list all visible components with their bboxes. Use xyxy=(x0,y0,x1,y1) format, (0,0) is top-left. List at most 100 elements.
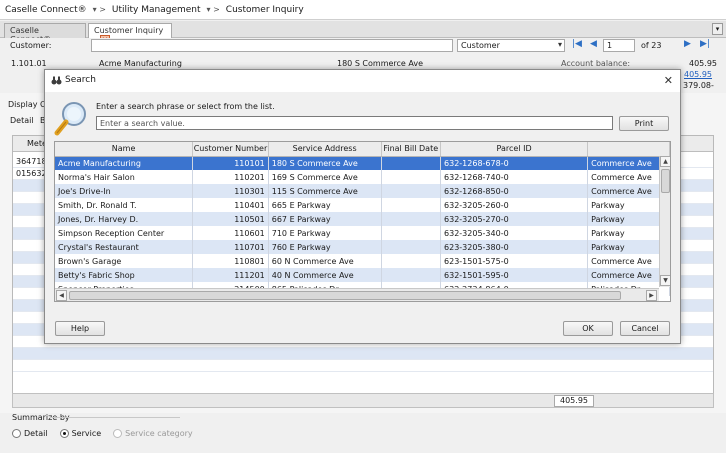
chevron-down-icon: ▾ xyxy=(557,40,562,49)
tab-list-dropdown-icon[interactable]: ▾ xyxy=(712,23,723,35)
customer-number-cell: 110601 xyxy=(192,226,269,240)
record-number-input[interactable]: 1 xyxy=(603,39,635,52)
street-cell: Commerce Ave xyxy=(587,156,670,170)
close-icon[interactable]: ✕ xyxy=(664,74,673,87)
print-button[interactable]: Print xyxy=(619,116,669,131)
vertical-scrollbar[interactable]: ▲ ▼ xyxy=(659,156,670,287)
tab-display[interactable]: Display xyxy=(8,100,38,109)
table-row[interactable]: Crystal's Restaurant 110701 760 E Parkway 6… xyxy=(55,240,670,254)
cancel-button[interactable]: Cancel xyxy=(620,321,670,336)
summarize-group: Summarize by Detail Service Service cate… xyxy=(12,413,193,438)
scroll-right-icon[interactable]: ▶ xyxy=(646,290,657,301)
scroll-down-icon[interactable]: ▼ xyxy=(660,275,670,286)
last-record-icon[interactable]: ▶| xyxy=(700,39,710,49)
account-balance: 405.95 xyxy=(689,59,717,68)
radio-icon xyxy=(113,429,123,438)
table-row[interactable]: Brown's Garage 110801 60 N Commerce Ave 623… xyxy=(55,254,670,268)
binoculars-icon xyxy=(51,76,62,85)
chevron-down-icon[interactable]: ▾ > xyxy=(207,5,220,14)
column-header-customer-number[interactable]: Customer Number xyxy=(192,142,269,157)
account-number: 1.101.01 xyxy=(11,59,47,68)
service-address-cell: 169 S Commerce Ave xyxy=(268,170,382,184)
table-row[interactable]: Jones, Dr. Harvey D. 110501 667 E Parkway 6… xyxy=(55,212,670,226)
parcel-id-cell: 632-1268-740-0 xyxy=(440,170,589,184)
parcel-id-cell: 623-3205-380-0 xyxy=(440,240,589,254)
search-input[interactable]: Enter a search value. xyxy=(96,116,613,130)
balance-link[interactable]: 405.95 xyxy=(684,70,712,79)
tab-detail[interactable]: Detail xyxy=(10,116,34,125)
final-bill-date-cell xyxy=(381,226,442,240)
next-record-icon[interactable]: ▶ xyxy=(684,39,691,49)
radio-label: Detail xyxy=(24,429,48,438)
service-address-cell: 180 S Commerce Ave xyxy=(268,156,382,170)
scroll-thumb[interactable] xyxy=(69,291,621,300)
customer-number-cell: 110301 xyxy=(192,184,269,198)
customer-number-cell: 110501 xyxy=(192,212,269,226)
customer-label: Customer: xyxy=(10,41,52,50)
table-row[interactable]: Joe's Drive-In 110301 115 S Commerce Ave 63… xyxy=(55,184,670,198)
column-header-service-address[interactable]: Service Address xyxy=(268,142,382,157)
name-cell: Joe's Drive-In xyxy=(55,184,194,198)
summarize-service-radio[interactable]: Service xyxy=(59,429,101,438)
final-bill-date-cell xyxy=(381,170,442,184)
name-cell: Crystal's Restaurant xyxy=(55,240,194,254)
table-row[interactable]: Simpson Reception Center 110601 710 E Park… xyxy=(55,226,670,240)
first-record-icon[interactable]: |◀ xyxy=(572,39,582,49)
help-button[interactable]: Help xyxy=(55,321,105,336)
tab-caselle-connect[interactable]: Caselle Connect® xyxy=(4,23,86,44)
name-cell: Acme Manufacturing xyxy=(55,156,194,170)
final-bill-date-cell xyxy=(381,240,442,254)
horizontal-scrollbar[interactable]: ◀ ▶ xyxy=(55,288,659,301)
nav-home-link[interactable]: Caselle Connect® xyxy=(5,5,87,15)
table-row[interactable]: Acme Manufacturing 110101 180 S Commerce A… xyxy=(55,156,670,170)
final-bill-date-cell xyxy=(381,268,442,282)
street-cell: Commerce Ave xyxy=(587,184,670,198)
table-row[interactable]: Betty's Fabric Shop 111201 40 N Commerce A… xyxy=(55,268,670,282)
divider xyxy=(50,417,180,418)
parcel-id-cell: 632-1268-678-0 xyxy=(440,156,589,170)
column-header-name[interactable]: Name xyxy=(55,142,194,157)
results-table: Name Customer Number Service Address Fin… xyxy=(55,142,670,296)
customer-number-cell: 111201 xyxy=(192,268,269,282)
previous-record-icon[interactable]: ◀ xyxy=(590,39,597,49)
service-address-cell: 60 N Commerce Ave xyxy=(268,254,382,268)
tab-label: Customer Inquiry xyxy=(94,26,164,35)
results-grid: Name Customer Number Service Address Fin… xyxy=(54,141,671,302)
name-cell: Brown's Garage xyxy=(55,254,194,268)
dialog-title: Search xyxy=(65,75,96,85)
final-bill-date-cell xyxy=(381,212,442,226)
column-header-street[interactable] xyxy=(587,142,670,157)
customer-bar: Customer: Customer ▾ |◀ ◀ 1 of 23 ▶ ▶| xyxy=(0,38,726,54)
column-header-final-bill-date[interactable]: Final Bill Date xyxy=(381,142,442,157)
tab-customer-inquiry[interactable]: Customer Inquiry× xyxy=(88,23,172,45)
service-address-cell: 665 E Parkway xyxy=(268,198,382,212)
search-by-value: Customer xyxy=(461,41,500,50)
street-cell: Parkway xyxy=(587,212,670,226)
breadcrumb: Caselle Connect® ▾ > Utility Management … xyxy=(0,0,726,20)
nav-module-link[interactable]: Utility Management xyxy=(112,5,201,15)
account-name: Acme Manufacturing xyxy=(99,59,182,68)
scroll-left-icon[interactable]: ◀ xyxy=(56,290,67,301)
service-address-cell: 115 S Commerce Ave xyxy=(268,184,382,198)
scroll-thumb[interactable] xyxy=(661,169,670,193)
nav-page-label: Customer Inquiry xyxy=(225,4,304,15)
table-row[interactable]: Smith, Dr. Ronald T. 110401 665 E Parkway 6… xyxy=(55,198,670,212)
final-bill-date-cell xyxy=(381,254,442,268)
name-cell: Norma's Hair Salon xyxy=(55,170,194,184)
search-by-select[interactable]: Customer ▾ xyxy=(457,39,565,52)
column-header-parcel-id[interactable]: Parcel ID xyxy=(440,142,589,157)
ok-button[interactable]: OK xyxy=(563,321,613,336)
parcel-id-cell: 632-3205-270-0 xyxy=(440,212,589,226)
chevron-down-icon[interactable]: ▾ > xyxy=(93,5,106,14)
dialog-title-bar: Search ✕ xyxy=(45,70,680,92)
summarize-detail-radio[interactable]: Detail xyxy=(12,429,48,438)
name-cell: Jones, Dr. Harvey D. xyxy=(55,212,194,226)
customer-number-cell: 110701 xyxy=(192,240,269,254)
tab-strip: Caselle Connect® Customer Inquiry× xyxy=(0,21,726,45)
customer-number-cell: 110801 xyxy=(192,254,269,268)
customer-input[interactable] xyxy=(91,39,453,52)
name-cell: Smith, Dr. Ronald T. xyxy=(55,198,194,212)
table-row[interactable]: Norma's Hair Salon 110201 169 S Commerce A… xyxy=(55,170,670,184)
scroll-up-icon[interactable]: ▲ xyxy=(660,156,670,167)
street-cell: Parkway xyxy=(587,198,670,212)
